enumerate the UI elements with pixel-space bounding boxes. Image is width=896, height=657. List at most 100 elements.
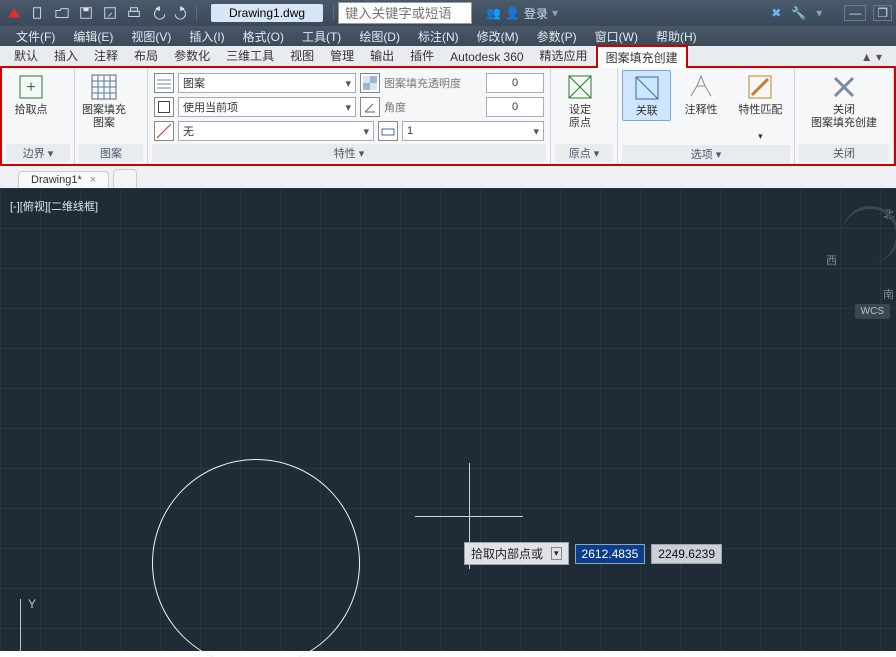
set-origin-icon [565,72,595,102]
menu-format[interactable]: 格式(O) [237,27,290,46]
saveas-icon[interactable] [100,4,120,22]
menu-edit[interactable]: 编辑(E) [67,27,119,46]
restore-icon[interactable]: ❐ [873,5,892,21]
redo-icon[interactable] [172,4,192,22]
menu-file[interactable]: 文件(F) [10,27,61,46]
angle-icon [360,97,380,117]
tab-featured[interactable]: 精选应用 [532,45,596,66]
menu-window[interactable]: 窗口(W) [589,27,644,46]
menu-tools[interactable]: 工具(T) [296,27,347,46]
hatch-pattern-button[interactable]: 图案填充 图案 [79,70,129,132]
new-icon[interactable] [28,4,48,22]
close-icon [829,72,859,102]
menu-draw[interactable]: 绘图(D) [353,27,406,46]
wcs-badge[interactable]: WCS [855,304,890,319]
panel-title-origin[interactable]: 原点 ▾ [555,144,613,162]
open-icon[interactable] [52,4,72,22]
set-origin-button[interactable]: 设定 原点 [555,70,605,132]
prompt-dropdown-icon[interactable]: ▾ [551,547,562,560]
ucs-y-label: Y [28,597,36,611]
menu-parametric[interactable]: 参数(P) [531,27,583,46]
drawn-circle [152,459,360,657]
tab-output[interactable]: 输出 [362,45,402,66]
tab-default[interactable]: 默认 [6,45,46,66]
scale-icon [378,121,398,141]
tab-parametric[interactable]: 参数化 [166,45,218,66]
dynamic-x-coord[interactable]: 2612.4835 [575,544,646,564]
menu-bar: 文件(F) 编辑(E) 视图(V) 插入(I) 格式(O) 工具(T) 绘图(D… [0,26,896,46]
ribbon-expand-icon[interactable]: ▲ ▾ [853,48,890,66]
tab-a360[interactable]: Autodesk 360 [442,48,531,66]
menu-insert[interactable]: 插入(I) [183,27,230,46]
panel-title-properties[interactable]: 特性 ▾ [152,144,546,162]
panel-title-close[interactable]: 关闭 [799,144,889,162]
app-logo[interactable] [4,4,24,22]
ribbon-tab-strip: 默认 插入 注释 布局 参数化 三维工具 视图 管理 输出 插件 Autodes… [0,46,896,68]
tab-annotate[interactable]: 注释 [86,45,126,66]
match-properties-icon [745,72,775,102]
menu-dimension[interactable]: 标注(N) [412,27,465,46]
tab-3dtools[interactable]: 三维工具 [218,45,282,66]
angle-label: 角度 [384,99,482,115]
close-hatch-button[interactable]: 关闭 图案填充创建 [802,70,886,132]
match-properties-button[interactable]: 特性匹配▾ [731,70,790,145]
keyword-search-input[interactable] [338,2,472,24]
ucs-y-axis [20,599,21,651]
compass-south[interactable]: 南 [883,286,894,302]
new-file-tab-button[interactable] [113,169,137,188]
transparency-value[interactable]: 0 [486,73,544,93]
svg-text:+: + [26,79,35,96]
angle-value[interactable]: 0 [486,97,544,117]
bgcolor-dropdown[interactable]: 无 [178,121,374,141]
hatch-pattern-icon [89,72,119,102]
hatch-type-icon[interactable] [154,73,174,93]
login-link[interactable]: 登录 [524,5,548,22]
dynamic-input-prompt: 拾取内部点或 ▾ 2612.4835 2249.6239 [464,542,722,565]
panel-title-pattern[interactable]: 图案 [79,144,143,162]
compass-west[interactable]: 西 [826,252,837,268]
view-cube[interactable]: 北 西 南 [842,206,896,296]
tab-layout[interactable]: 布局 [126,45,166,66]
tab-hatch-creation[interactable]: 图案填充创建 [596,45,688,68]
transparency-label: 图案填充透明度 [384,75,482,91]
annotative-icon [686,72,716,102]
save-icon[interactable] [76,4,96,22]
grid [0,188,896,651]
exchange-icon[interactable]: ✖ [771,6,781,20]
person-icon[interactable]: 👤 [505,6,520,20]
annotative-button[interactable]: 注释性 [675,70,726,119]
dynamic-y-coord[interactable]: 2249.6239 [651,544,722,564]
dynamic-prompt-box[interactable]: 拾取内部点或 ▾ [464,542,569,565]
doc-title-tab: Drawing1.dwg [211,4,323,22]
compass-ring-icon[interactable] [842,206,896,263]
file-tab-close-icon[interactable]: × [90,174,96,186]
tab-plugins[interactable]: 插件 [402,45,442,66]
help-da-icon[interactable]: 🔧 [791,6,806,20]
panel-title-boundary[interactable]: 边界 ▾ [6,144,70,162]
transparency-icon [360,73,380,93]
pick-points-button[interactable]: + 拾取点 [6,70,56,119]
viewport-label[interactable]: [-][俯视][二维线框] [10,198,98,214]
signin-icon[interactable]: 👥 [486,6,501,20]
hatch-color-icon[interactable] [154,97,174,117]
model-space-viewport[interactable]: [-][俯视][二维线框] 拾取内部点或 ▾ 2612.4835 2249.62… [0,188,896,651]
min-icon[interactable]: — [844,5,866,21]
file-tab-drawing1[interactable]: Drawing1* × [18,171,109,188]
hatch-type-dropdown[interactable]: 图案 [178,73,356,93]
quick-access-toolbar: Drawing1.dwg 👥 👤 登录 ▾ ✖ 🔧 ▾ — ❐ [0,0,896,26]
menu-help[interactable]: 帮助(H) [650,27,703,46]
tab-view[interactable]: 视图 [282,45,322,66]
print-icon[interactable] [124,4,144,22]
associative-button[interactable]: 关联 [622,70,671,121]
tab-insert[interactable]: 插入 [46,45,86,66]
menu-modify[interactable]: 修改(M) [471,27,525,46]
scale-value[interactable]: 1 [402,121,544,141]
hatch-color-dropdown[interactable]: 使用当前项 [178,97,356,117]
panel-title-options[interactable]: 选项 ▾ [622,145,790,163]
bgcolor-icon[interactable] [154,121,174,141]
menu-view[interactable]: 视图(V) [125,27,177,46]
pick-points-icon: + [16,72,46,102]
undo-icon[interactable] [148,4,168,22]
tab-manage[interactable]: 管理 [322,45,362,66]
associative-icon [632,73,662,103]
